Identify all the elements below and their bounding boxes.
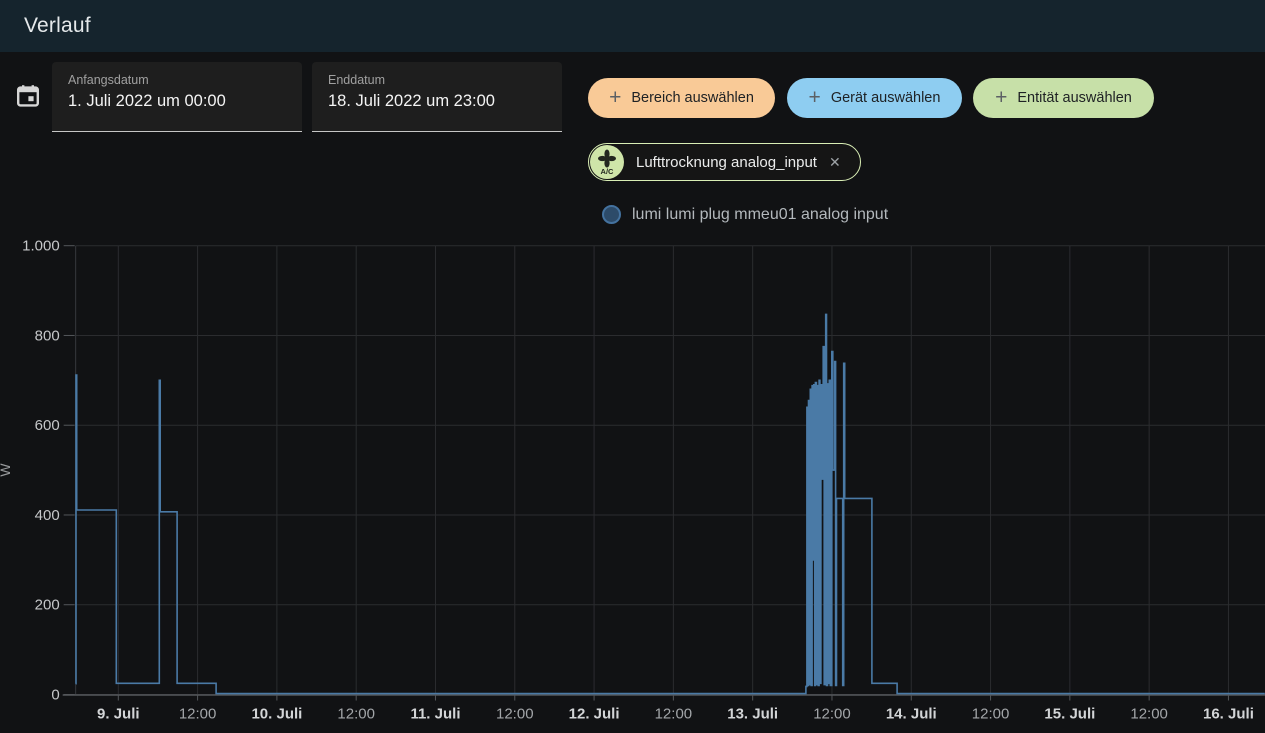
y-tick-label: 0 bbox=[51, 687, 59, 704]
x-tick-label: 14. Juli bbox=[886, 706, 937, 723]
x-tick-label: 12:00 bbox=[337, 706, 375, 723]
start-date-field[interactable]: Anfangsdatum 1. Juli 2022 um 00:00 bbox=[52, 62, 302, 132]
legend-dot bbox=[602, 205, 621, 224]
y-tick-label: 400 bbox=[35, 507, 60, 524]
x-tick-label: 16. Juli bbox=[1203, 706, 1254, 723]
x-tick-label: 9. Juli bbox=[97, 706, 140, 723]
add-area-filter-button[interactable]: + Bereich auswählen bbox=[588, 78, 775, 118]
x-tick-label: 12:00 bbox=[179, 706, 217, 723]
x-tick-label: 12:00 bbox=[1130, 706, 1168, 723]
app-header: Verlauf bbox=[0, 0, 1265, 52]
selected-entity-label: Lufttrocknung analog_input bbox=[636, 154, 817, 171]
y-axis-unit-label: W bbox=[0, 463, 13, 477]
end-date-label: Enddatum bbox=[328, 73, 546, 87]
x-tick-label: 12:00 bbox=[496, 706, 534, 723]
add-area-filter-label: Bereich auswählen bbox=[631, 90, 754, 106]
x-tick-label: 13. Juli bbox=[727, 706, 778, 723]
series-line bbox=[76, 314, 1265, 693]
add-entity-filter-button[interactable]: + Entität auswählen bbox=[973, 78, 1154, 118]
add-entity-filter-label: Entität auswählen bbox=[1017, 90, 1131, 106]
legend-label: lumi lumi plug mmeu01 analog input bbox=[632, 206, 888, 224]
x-tick-label: 12. Juli bbox=[569, 706, 620, 723]
x-tick-label: 12:00 bbox=[655, 706, 693, 723]
start-date-label: Anfangsdatum bbox=[68, 73, 286, 87]
history-chart[interactable]: 0 200 400 600 800 1.000 9. Juli 12:00 10. Juli 12… bbox=[0, 231, 1265, 733]
hvac-icon-text: A/C bbox=[601, 167, 615, 176]
x-tick-label: 15. Juli bbox=[1044, 706, 1095, 723]
start-date-value: 1. Juli 2022 um 00:00 bbox=[68, 92, 286, 111]
selected-entity-chip[interactable]: A/C Lufttrocknung analog_input ✕ bbox=[588, 143, 861, 181]
end-date-field[interactable]: Enddatum 18. Juli 2022 um 23:00 bbox=[312, 62, 562, 132]
y-tick-label: 1.000 bbox=[22, 238, 60, 255]
hvac-fan-icon: A/C bbox=[590, 145, 624, 179]
page-title: Verlauf bbox=[24, 14, 91, 38]
add-device-filter-label: Gerät auswählen bbox=[831, 90, 941, 106]
x-tick-label: 12:00 bbox=[813, 706, 851, 723]
x-tick-label: 12:00 bbox=[972, 706, 1010, 723]
y-tick-label: 600 bbox=[35, 417, 60, 434]
plus-icon: + bbox=[809, 87, 821, 108]
calendar-icon[interactable] bbox=[15, 83, 41, 109]
add-device-filter-button[interactable]: + Gerät auswählen bbox=[787, 78, 962, 118]
legend-item[interactable]: lumi lumi plug mmeu01 analog input bbox=[602, 205, 888, 224]
close-icon[interactable]: ✕ bbox=[829, 154, 841, 171]
plus-icon: + bbox=[995, 87, 1007, 108]
end-date-value: 18. Juli 2022 um 23:00 bbox=[328, 92, 546, 111]
y-tick-label: 200 bbox=[35, 597, 60, 614]
x-tick-label: 11. Juli bbox=[410, 706, 460, 723]
plus-icon: + bbox=[609, 87, 621, 108]
x-tick-label: 10. Juli bbox=[251, 706, 302, 723]
y-tick-label: 800 bbox=[35, 327, 60, 344]
